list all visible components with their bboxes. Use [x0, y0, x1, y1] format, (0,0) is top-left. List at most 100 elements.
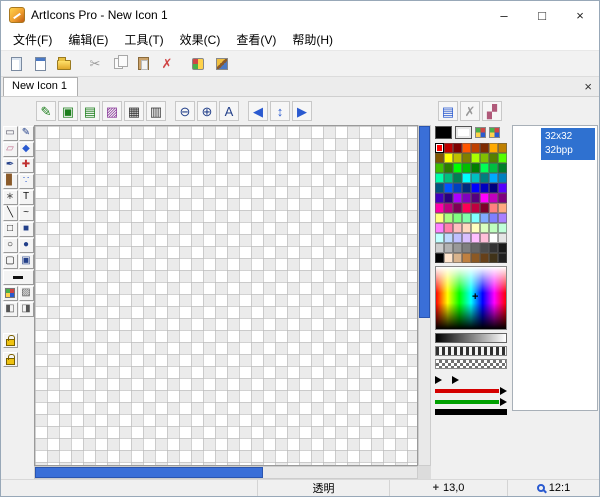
- palette-swatch[interactable]: [498, 153, 507, 163]
- palette-swatch[interactable]: [471, 213, 480, 223]
- gradient-h-tool[interactable]: ◧: [3, 302, 18, 317]
- palette-swatch[interactable]: [444, 233, 453, 243]
- palette-swatch[interactable]: [462, 153, 471, 163]
- green-channel-thumb-icon[interactable]: [500, 398, 507, 406]
- palette-swatch[interactable]: [462, 213, 471, 223]
- palette-swatch[interactable]: [453, 173, 462, 183]
- palette-swatch[interactable]: [435, 213, 444, 223]
- palette-swatch[interactable]: [471, 143, 480, 153]
- brush-tool[interactable]: ▊: [3, 174, 18, 189]
- dropper-tool[interactable]: ✚: [19, 158, 34, 173]
- palette-swatch[interactable]: [498, 233, 507, 243]
- green-channel-slider[interactable]: [435, 398, 509, 406]
- palette-swatch[interactable]: [435, 203, 444, 213]
- palette-swatch[interactable]: [498, 243, 507, 253]
- palette-swatch[interactable]: [435, 253, 444, 263]
- palette-swatch[interactable]: [471, 243, 480, 253]
- fill-mode-button[interactable]: ▤: [80, 101, 100, 121]
- palette-swatch[interactable]: [489, 243, 498, 253]
- palette-swatch[interactable]: [489, 223, 498, 233]
- palette-swatch[interactable]: [435, 173, 444, 183]
- grayscale-gradient-bar[interactable]: [435, 333, 507, 343]
- menu-item[interactable]: 查看(V): [228, 28, 284, 51]
- wizard-button[interactable]: [29, 53, 51, 75]
- palette-swatch[interactable]: [453, 153, 462, 163]
- marker-icon[interactable]: [452, 376, 459, 384]
- palette-swatch[interactable]: [462, 143, 471, 153]
- rounded-rect-tool[interactable]: ▢: [3, 254, 18, 269]
- resize-button[interactable]: ↕: [270, 101, 290, 121]
- palette-swatch[interactable]: [471, 203, 480, 213]
- red-channel-slider[interactable]: [435, 387, 509, 395]
- paint-button[interactable]: [211, 53, 233, 75]
- horizontal-scroll-thumb[interactable]: [35, 467, 263, 478]
- palette-swatch[interactable]: [498, 223, 507, 233]
- horizontal-scrollbar[interactable]: [34, 466, 418, 479]
- palette-swatch[interactable]: [489, 143, 498, 153]
- pen-mode-button[interactable]: ✎: [36, 101, 56, 121]
- pen-tool[interactable]: ✒: [3, 158, 18, 173]
- menu-item[interactable]: 工具(T): [116, 28, 171, 51]
- palette-swatch[interactable]: [480, 143, 489, 153]
- new-button[interactable]: [5, 53, 27, 75]
- palette-swatch[interactable]: [489, 193, 498, 203]
- palette-swatch[interactable]: [480, 243, 489, 253]
- delete-format-button[interactable]: ✗: [460, 101, 480, 121]
- rect-tool[interactable]: □: [3, 222, 18, 237]
- palette-swatch[interactable]: [498, 193, 507, 203]
- palette-swatch[interactable]: [435, 183, 444, 193]
- palette-swatch[interactable]: [462, 173, 471, 183]
- red-channel-thumb-icon[interactable]: [500, 387, 507, 395]
- test-button[interactable]: [187, 53, 209, 75]
- palette-swatch[interactable]: [480, 203, 489, 213]
- text-tool[interactable]: T: [19, 190, 34, 205]
- open-button[interactable]: [53, 53, 75, 75]
- tab-new-icon-1[interactable]: New Icon 1: [3, 77, 78, 96]
- palette-swatch[interactable]: [453, 183, 462, 193]
- palette-swatch[interactable]: [435, 153, 444, 163]
- palette-swatch[interactable]: [471, 163, 480, 173]
- palette-swatch[interactable]: [498, 183, 507, 193]
- palette-swatch[interactable]: [453, 163, 462, 173]
- ellipse-tool[interactable]: ○: [3, 238, 18, 253]
- menu-item[interactable]: 文件(F): [5, 28, 60, 51]
- palette-swatch[interactable]: [462, 183, 471, 193]
- image-format-item[interactable]: 32x32 32bpp: [515, 128, 595, 160]
- palette-swatch[interactable]: [489, 203, 498, 213]
- palette-swatch[interactable]: [453, 193, 462, 203]
- palette-swatch[interactable]: [444, 143, 453, 153]
- palette-swatch[interactable]: [471, 253, 480, 263]
- lock-colors-button[interactable]: [3, 333, 18, 348]
- vertical-scroll-thumb[interactable]: [419, 126, 430, 318]
- palette-swatch[interactable]: [444, 203, 453, 213]
- palette-swatch[interactable]: [444, 163, 453, 173]
- palette-swatch[interactable]: [471, 223, 480, 233]
- palette-swatch[interactable]: [489, 213, 498, 223]
- rainbow-color-picker[interactable]: +: [435, 266, 507, 330]
- palette-swatch[interactable]: [462, 163, 471, 173]
- vertical-scrollbar[interactable]: [418, 125, 431, 466]
- palette-swatch[interactable]: [462, 243, 471, 253]
- palette-swatch[interactable]: [453, 223, 462, 233]
- paste-button[interactable]: [132, 53, 154, 75]
- palette-swatch[interactable]: [498, 173, 507, 183]
- minimize-button[interactable]: –: [485, 1, 523, 29]
- menu-item[interactable]: 效果(C): [172, 28, 229, 51]
- selection-mode-button[interactable]: ▨: [102, 101, 122, 121]
- palette-swatch[interactable]: [444, 243, 453, 253]
- palette-swatch[interactable]: [471, 233, 480, 243]
- palette-swatch[interactable]: [444, 173, 453, 183]
- next-frame-button[interactable]: ▶: [292, 101, 312, 121]
- palette-swatch[interactable]: [444, 183, 453, 193]
- foreground-color-swatch[interactable]: [435, 126, 452, 139]
- palette-swatch[interactable]: [453, 243, 462, 253]
- palette-swatch[interactable]: [435, 223, 444, 233]
- luminance-slider[interactable]: [435, 409, 509, 415]
- fill-tool[interactable]: ◆: [19, 142, 34, 157]
- palette-swatch[interactable]: [435, 193, 444, 203]
- palette-swatch[interactable]: [498, 213, 507, 223]
- palette-swatch[interactable]: [462, 223, 471, 233]
- menu-item[interactable]: 编辑(E): [60, 28, 116, 51]
- palette-swatch[interactable]: [462, 233, 471, 243]
- palette-swatch[interactable]: [498, 253, 507, 263]
